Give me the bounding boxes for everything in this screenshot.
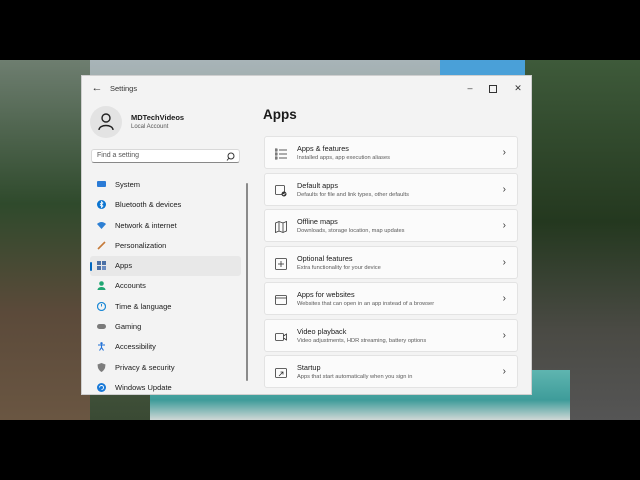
startup-icon (275, 368, 287, 378)
chevron-right-icon: › (502, 256, 506, 268)
sidebar-item-gaming[interactable]: Gaming (90, 317, 241, 337)
card-subtitle: Video adjustments, HDR streaming, batter… (297, 337, 427, 344)
sidebar-item-system[interactable]: System (90, 175, 241, 195)
sidebar-item-accounts[interactable]: Accounts (90, 276, 241, 296)
title-bar: ← Settings – ✕ (82, 76, 531, 100)
profile-name: MDTechVideos (131, 113, 185, 122)
person-icon (97, 281, 106, 291)
settings-window: ← Settings – ✕ MDTechVideos Local Accoun… (81, 75, 532, 395)
card-optional-features[interactable]: Optional features Extra functionality fo… (264, 245, 518, 279)
card-title: Startup (297, 363, 321, 372)
sidebar-item-label: Apps (115, 261, 133, 271)
sidebar-item-label: System (115, 180, 141, 189)
sidebar-item-label: Personalization (115, 240, 167, 250)
sidebar-item-bluetooth[interactable]: Bluetooth & devices (90, 195, 241, 215)
sidebar-item-label: Time & language (115, 301, 172, 311)
card-apps-for-websites[interactable]: Apps for websites Websites that can open… (264, 282, 518, 315)
avatar (90, 106, 122, 138)
list-icon (275, 148, 287, 160)
card-title: Offline maps (297, 217, 338, 226)
sidebar-item-personalization[interactable]: Personalization (90, 236, 241, 256)
profile-account-type: Local Account (131, 124, 169, 130)
chevron-right-icon: › (502, 366, 506, 377)
window-title: Settings (110, 84, 138, 93)
card-subtitle: Extra functionality for your device (297, 264, 381, 271)
sidebar-item-network[interactable]: Network & internet (90, 216, 241, 236)
chevron-right-icon: › (502, 293, 506, 304)
card-subtitle: Downloads, storage location, map updates (297, 228, 405, 234)
accessibility-icon (98, 342, 105, 352)
sidebar-item-label: Accessibility (115, 342, 156, 352)
selection-indicator (90, 262, 92, 272)
sidebar-item-accessibility[interactable]: Accessibility (90, 337, 241, 357)
close-button[interactable]: ✕ (507, 80, 529, 96)
card-offline-maps[interactable]: Offline maps Downloads, storage location… (264, 209, 518, 242)
sidebar-item-label: Network & internet (115, 220, 177, 230)
card-video-playback[interactable]: Video playback Video adjustments, HDR st… (264, 318, 518, 352)
update-icon (97, 382, 106, 392)
card-title: Optional features (297, 253, 353, 263)
card-startup[interactable]: Startup Apps that start automatically wh… (264, 355, 518, 388)
card-title: Apps for websites (297, 290, 355, 299)
card-title: Apps & features (297, 144, 349, 153)
page-title: Apps (263, 107, 297, 122)
card-title: Default apps (297, 180, 338, 190)
globe-clock-icon (97, 301, 106, 311)
sidebar-item-label: Bluetooth & devices (115, 200, 182, 210)
chevron-right-icon: › (502, 329, 506, 341)
web-apps-icon (275, 295, 287, 305)
sidebar-item-label: Privacy & security (115, 362, 175, 372)
chevron-right-icon: › (502, 147, 506, 158)
search-icon (226, 152, 235, 161)
sidebar-item-windows-update[interactable]: Windows Update (90, 378, 241, 394)
card-subtitle: Websites that can open in an app instead… (297, 301, 435, 307)
sidebar-item-privacy[interactable]: Privacy & security (90, 358, 241, 378)
back-button[interactable]: ← (90, 81, 104, 95)
maximize-button[interactable] (482, 80, 504, 96)
wallpaper-forest-left (0, 60, 90, 420)
search-input[interactable]: Find a setting (91, 149, 240, 163)
maximize-icon (489, 84, 497, 93)
video-icon (275, 332, 287, 341)
sidebar-nav: System Bluetooth & devices Network & int… (90, 175, 242, 394)
add-feature-icon (275, 257, 287, 270)
monitor-icon (97, 181, 106, 187)
card-subtitle: Installed apps, app execution aliases (297, 155, 390, 161)
default-apps-icon (275, 184, 287, 196)
card-apps-features[interactable]: Apps & features Installed apps, app exec… (264, 136, 518, 169)
sidebar-item-label: Windows Update (115, 382, 172, 392)
minimize-button[interactable]: – (459, 80, 481, 96)
sidebar-item-label: Accounts (115, 281, 146, 291)
bluetooth-icon (97, 200, 106, 210)
card-default-apps[interactable]: Default apps Defaults for file and link … (264, 172, 518, 206)
chevron-right-icon: › (502, 220, 506, 231)
sidebar-scrollbar[interactable] (246, 183, 248, 381)
sidebar-item-time-language[interactable]: Time & language (90, 297, 241, 317)
card-subtitle: Apps that start automatically when you s… (297, 374, 413, 380)
controller-icon (97, 324, 106, 330)
card-title: Video playback (297, 326, 347, 336)
chevron-right-icon: › (502, 183, 506, 195)
wifi-icon (97, 221, 106, 229)
wallpaper-forest-right (525, 60, 640, 420)
sidebar-item-label: Gaming (115, 322, 142, 332)
settings-cards: Apps & features Installed apps, app exec… (264, 136, 518, 392)
shield-icon (97, 362, 106, 372)
sidebar-item-apps[interactable]: Apps (90, 256, 241, 277)
person-icon (98, 113, 114, 131)
map-icon (275, 221, 287, 233)
apps-icon (97, 261, 106, 271)
brush-icon (97, 241, 106, 250)
search-placeholder: Find a setting (97, 152, 140, 159)
card-subtitle: Defaults for file and link types, other … (297, 191, 409, 198)
